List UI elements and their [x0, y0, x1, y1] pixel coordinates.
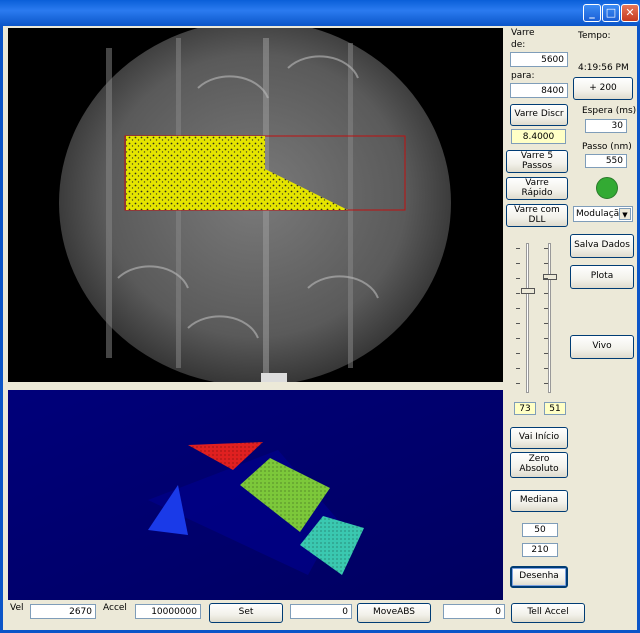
acceleration-field[interactable]: 10000000	[135, 604, 201, 619]
height-map-image	[8, 390, 503, 600]
chevron-down-icon[interactable]: ▼	[619, 208, 631, 220]
scan-label: Varre	[511, 28, 535, 38]
acceleration-label: Accel	[103, 603, 127, 613]
plot-button[interactable]: Plota	[570, 265, 634, 289]
left-slider-thumb[interactable]	[521, 288, 535, 294]
dll-scan-button[interactable]: Varre com DLL	[506, 204, 568, 227]
step-label: Passo (nm)	[582, 142, 632, 152]
mode-select[interactable]: Modulação ▼	[573, 206, 633, 222]
to-label: para:	[511, 71, 535, 81]
status-indicator	[596, 177, 618, 199]
param-b-field[interactable]: 210	[522, 543, 558, 557]
tell-accel-button[interactable]: Tell Accel	[511, 603, 585, 623]
save-data-button[interactable]: Salva Dados	[570, 234, 634, 258]
position-field[interactable]: 0	[290, 604, 352, 619]
right-slider-track[interactable]	[548, 243, 551, 393]
step-field[interactable]: 550	[585, 154, 627, 168]
plus-200-button[interactable]: + 200	[573, 77, 633, 100]
close-button[interactable]: ✕	[621, 4, 639, 22]
draw-button[interactable]: Desenha	[510, 566, 568, 588]
absolute-zero-button[interactable]: Zero Absoluto	[510, 452, 568, 478]
time-value: 4:19:56 PM	[578, 63, 629, 73]
right-slider-thumb[interactable]	[543, 274, 557, 280]
minimize-button[interactable]: _	[583, 4, 601, 22]
discrete-scan-button[interactable]: Varre Discr	[510, 104, 568, 126]
camera-view[interactable]	[8, 28, 503, 382]
time-label: Tempo:	[578, 31, 611, 41]
current-value-display: 8.4000	[511, 129, 566, 144]
title-bar	[0, 0, 640, 26]
mode-select-value: Modulação	[576, 209, 625, 219]
sliders-area	[510, 238, 570, 398]
from-label: de:	[511, 40, 526, 50]
go-home-button[interactable]: Vai Início	[510, 427, 568, 449]
height-map-view[interactable]	[8, 390, 503, 600]
right-slider-value: 51	[544, 402, 566, 415]
left-slider-track[interactable]	[526, 243, 529, 393]
scan-from-field[interactable]: 5600	[510, 52, 568, 67]
wait-field[interactable]: 30	[585, 119, 627, 133]
velocity-field[interactable]: 2670	[30, 604, 96, 619]
wait-label: Espera (ms)	[582, 106, 637, 116]
camera-image	[59, 28, 451, 382]
param-a-field[interactable]: 50	[522, 523, 558, 537]
maximize-button[interactable]: □	[602, 4, 620, 22]
velocity-label: Vel	[10, 603, 24, 613]
set-button[interactable]: Set	[209, 603, 283, 623]
fast-scan-button[interactable]: Varre Rápido	[506, 177, 568, 200]
five-steps-scan-button[interactable]: Varre 5 Passos	[506, 150, 568, 173]
median-button[interactable]: Mediana	[510, 490, 568, 512]
live-button[interactable]: Vivo	[570, 335, 634, 359]
scan-to-field[interactable]: 8400	[510, 83, 568, 98]
left-slider-value: 73	[514, 402, 536, 415]
move-abs-button[interactable]: MoveABS	[357, 603, 431, 623]
tell-value-field[interactable]: 0	[443, 604, 505, 619]
